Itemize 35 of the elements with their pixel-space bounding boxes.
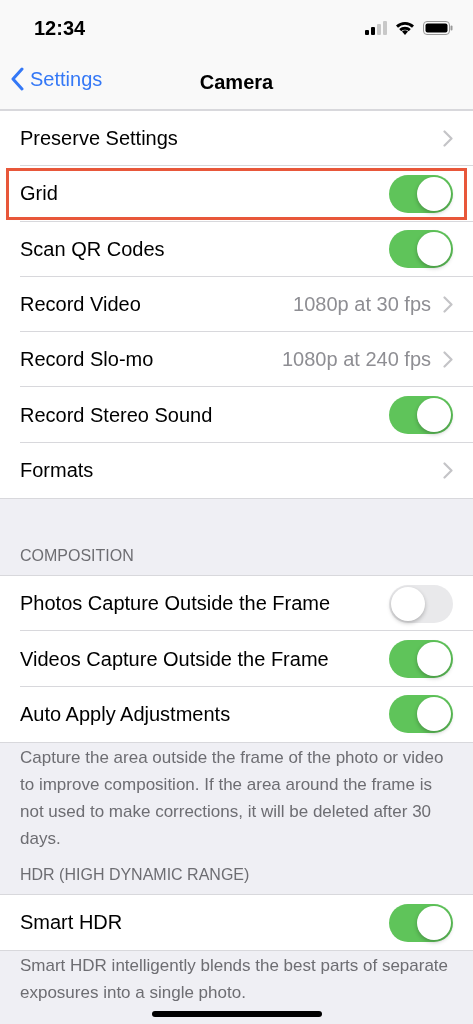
setting-label: Formats (20, 458, 94, 482)
wifi-icon (395, 20, 415, 35)
section-header: HDR (HIGH DYNAMIC RANGE) (19, 865, 251, 885)
toggle-switch[interactable] (389, 695, 453, 734)
chevron-right-icon[interactable] (443, 130, 453, 148)
toggle-switch[interactable] (389, 640, 453, 678)
clock-time: 12:34 (34, 16, 86, 40)
toggle-switch[interactable] (389, 903, 453, 942)
setting-label: Videos Capture Outside the Frame (20, 647, 329, 671)
setting-label: Preserve Settings (20, 127, 178, 151)
setting-value: 1080p at 30 fps (293, 293, 431, 317)
setting-label: Record Stereo Sound (20, 403, 213, 427)
signal-icon (365, 20, 387, 35)
setting-value: 1080p at 240 fps (282, 348, 431, 372)
toggle-switch[interactable] (389, 396, 453, 435)
chevron-right-icon[interactable] (443, 461, 453, 479)
setting-label: Scan QR Codes (20, 237, 165, 261)
section-footer: Capture the area outside the frame of the photo or video to improve composition. If the area around the frame is not used to make corrections, it will be deleted after 30 days. (20, 743, 453, 852)
setting-label: Grid (20, 182, 58, 206)
toggle-switch[interactable] (389, 174, 453, 213)
screen-title: Camera (199, 70, 274, 95)
setting-label: Smart HDR (20, 911, 123, 935)
section-header: COMPOSITION (19, 547, 135, 567)
setting-label: Record Slo-mo (20, 348, 154, 372)
toggle-switch[interactable] (389, 230, 453, 269)
back-button[interactable]: Settings (10, 67, 103, 91)
toggle-switch[interactable] (389, 584, 453, 623)
chevron-right-icon[interactable] (443, 296, 453, 314)
section-footer: Smart HDR intelligently blends the best parts of separate exposures into a single photo. (20, 952, 453, 1007)
chevron-left-icon (10, 67, 24, 91)
battery-icon (423, 20, 453, 35)
setting-label: Photos Capture Outside the Frame (20, 592, 331, 616)
setting-label: Auto Apply Adjustments (20, 702, 231, 726)
setting-label: Record Video (20, 293, 141, 317)
chevron-right-icon[interactable] (443, 351, 453, 369)
